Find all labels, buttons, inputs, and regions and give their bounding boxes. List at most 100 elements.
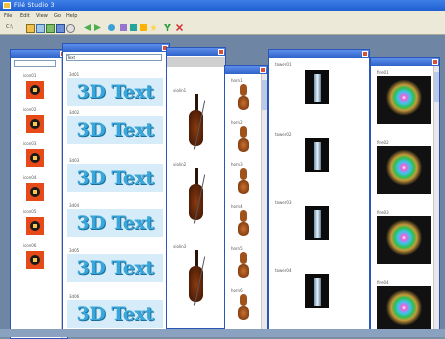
towers-window[interactable]: tower01 tower02 tower03 tower04 <box>268 49 370 331</box>
thumb-caption: horn2 <box>231 120 243 125</box>
orange-icon-thumbnail[interactable] <box>25 148 45 168</box>
icons-window-select[interactable] <box>14 60 56 67</box>
thumb-caption: 3d04 <box>69 203 80 208</box>
menu-bar: File Edit View Go Help <box>0 11 445 21</box>
thumb-caption: tower02 <box>275 132 292 137</box>
3d-text-thumbnail[interactable]: 3D Text <box>67 300 163 328</box>
thumb-caption: tower01 <box>275 62 292 67</box>
text3d-window-select[interactable]: Text <box>66 54 162 61</box>
firework-thumbnail[interactable] <box>377 76 431 124</box>
3d-text-thumbnail[interactable]: 3D Text <box>67 209 163 237</box>
thumb-caption: icon01 <box>23 73 37 78</box>
thumb-caption: horn5 <box>231 246 243 251</box>
menu-edit[interactable]: Edit <box>20 13 30 19</box>
horn-thumbnail[interactable] <box>237 210 251 238</box>
icons-window-titlebar[interactable] <box>11 50 67 58</box>
firework-thumbnail[interactable] <box>377 286 431 334</box>
orange-icon-thumbnail[interactable] <box>25 80 45 100</box>
icons-window[interactable]: icon01 icon02 icon03 icon04 icon05 icon0… <box>10 49 68 339</box>
refresh-icon[interactable] <box>108 24 115 31</box>
fireworks-window-titlebar[interactable] <box>371 58 439 66</box>
violin-thumbnail[interactable] <box>181 92 211 152</box>
browse-icon[interactable] <box>36 24 45 33</box>
violins-window-header <box>167 57 225 67</box>
app-icon <box>3 2 11 9</box>
scrollbar-thumb[interactable] <box>434 72 439 102</box>
towers-window-titlebar[interactable] <box>269 50 369 58</box>
tower-thumbnail[interactable] <box>305 206 329 240</box>
forward-icon[interactable] <box>94 24 101 31</box>
thumb-caption: 3d03 <box>69 158 80 163</box>
orange-icon-thumbnail[interactable] <box>25 250 45 270</box>
thumb-caption: horn3 <box>231 162 243 167</box>
thumb-caption: 3d02 <box>69 110 80 115</box>
horns-window-titlebar[interactable] <box>225 66 267 74</box>
orange-icon-thumbnail[interactable] <box>25 216 45 236</box>
thumb-caption: icon02 <box>23 107 37 112</box>
app-window: Filé Studio 3 File Edit View Go Help C:\ <box>0 0 445 339</box>
thumb-caption: 3d01 <box>69 72 80 77</box>
horn-thumbnail[interactable] <box>237 294 251 322</box>
tree-icon[interactable] <box>46 24 55 33</box>
folder-up-icon[interactable] <box>26 24 35 33</box>
violins-window[interactable]: violin1 violin2 violin3 <box>166 47 226 329</box>
menu-file[interactable]: File <box>4 13 12 19</box>
violin-thumbnail[interactable] <box>181 248 211 308</box>
accept-icon[interactable] <box>164 24 171 31</box>
back-icon[interactable] <box>84 24 91 31</box>
horns-window[interactable]: horn1 horn2 horn3 horn4 horn5 horn6 <box>224 65 268 333</box>
favorite-icon[interactable] <box>150 24 157 31</box>
thumb-caption: horn6 <box>231 288 243 293</box>
orange-icon-thumbnail[interactable] <box>25 182 45 202</box>
tower-thumbnail[interactable] <box>305 138 329 172</box>
horn-thumbnail[interactable] <box>237 252 251 280</box>
fireworks-window[interactable]: fire01 fire02 fire03 fire04 <box>370 57 440 335</box>
orange-icon-thumbnail[interactable] <box>25 114 45 134</box>
menu-view[interactable]: View <box>36 13 48 19</box>
horn-thumbnail[interactable] <box>237 126 251 154</box>
scrollbar[interactable] <box>433 66 439 334</box>
scrollbar-thumb[interactable] <box>262 80 267 110</box>
thumb-caption: 3d06 <box>69 294 80 299</box>
thumb-caption: horn1 <box>231 78 243 83</box>
close-icon[interactable] <box>432 59 438 65</box>
firework-thumbnail[interactable] <box>377 216 431 264</box>
text3d-window-titlebar[interactable] <box>63 44 169 52</box>
workspace: icon01 icon02 icon03 icon04 icon05 icon0… <box>0 35 445 339</box>
thumb-caption: fire02 <box>377 140 389 145</box>
horn-thumbnail[interactable] <box>237 168 251 196</box>
violin-thumbnail[interactable] <box>181 166 211 226</box>
thumb-caption: icon06 <box>23 243 37 248</box>
delete-icon[interactable] <box>176 24 183 31</box>
horn-thumbnail[interactable] <box>237 84 251 112</box>
3d-text-thumbnail[interactable]: 3D Text <box>67 116 163 144</box>
3d-text-thumbnail[interactable]: 3D Text <box>67 78 163 106</box>
3d-text-thumbnail[interactable]: 3D Text <box>67 164 163 192</box>
firework-thumbnail[interactable] <box>377 146 431 194</box>
tower-thumbnail[interactable] <box>305 274 329 308</box>
thumb-caption: 3d05 <box>69 248 80 253</box>
text3d-window[interactable]: Text 3d01 3D Text 3d02 3D Text 3d03 3D T… <box>62 43 170 337</box>
close-icon[interactable] <box>362 51 368 57</box>
scrollbar[interactable] <box>261 74 267 332</box>
thumb-caption: fire04 <box>377 280 389 285</box>
status-bar <box>0 329 445 337</box>
thumbnails-icon[interactable] <box>56 24 65 33</box>
thumb-caption: icon04 <box>23 175 37 180</box>
select-icon[interactable] <box>130 24 137 31</box>
thumb-caption: tower04 <box>275 268 292 273</box>
search-icon[interactable] <box>66 24 75 33</box>
tower-thumbnail[interactable] <box>305 70 329 104</box>
3d-text-thumbnail[interactable]: 3D Text <box>67 254 163 282</box>
menu-go[interactable]: Go <box>54 13 61 19</box>
title-bar[interactable]: Filé Studio 3 <box>0 0 445 11</box>
violins-window-titlebar[interactable] <box>167 48 225 56</box>
thumb-caption: fire01 <box>377 70 389 75</box>
edit-icon[interactable] <box>140 24 147 31</box>
menu-help[interactable]: Help <box>66 13 77 19</box>
filter-icon[interactable] <box>120 24 127 31</box>
thumb-caption: icon03 <box>23 141 37 146</box>
close-icon[interactable] <box>218 49 224 55</box>
close-icon[interactable] <box>260 67 266 73</box>
thumb-caption: tower03 <box>275 200 292 205</box>
